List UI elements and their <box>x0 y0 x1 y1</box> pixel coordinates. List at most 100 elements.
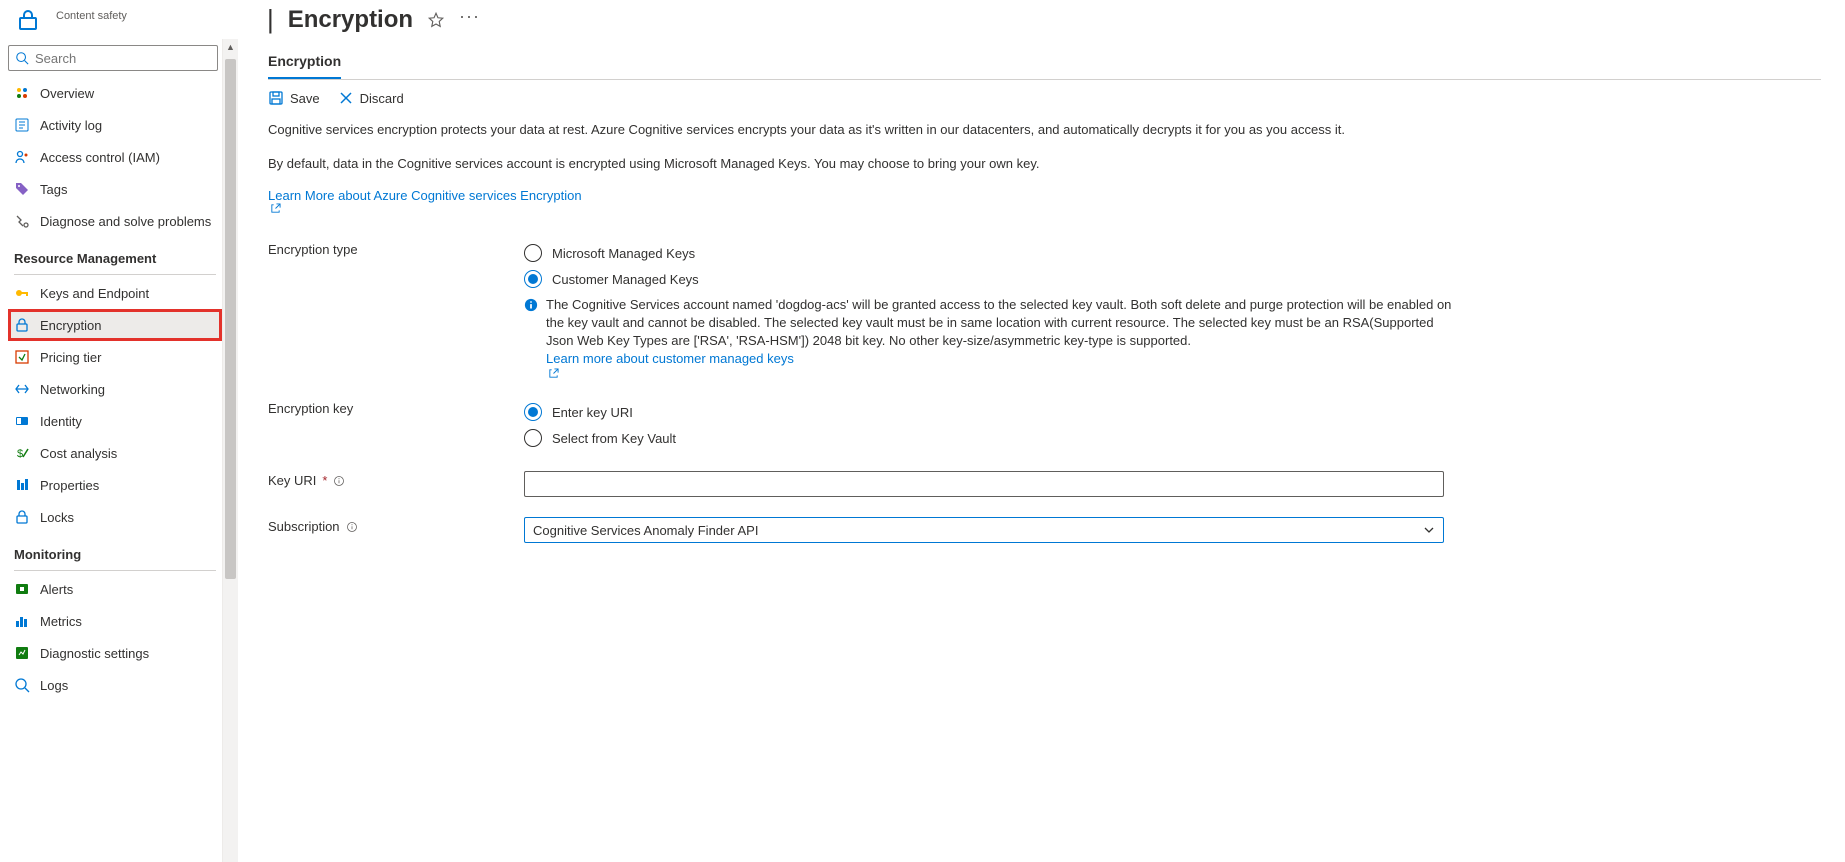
external-link-icon <box>270 203 281 214</box>
favorite-star-icon[interactable] <box>427 11 445 29</box>
subscription-select[interactable]: Cognitive Services Anomaly Finder API <box>524 517 1444 543</box>
learn-more-link[interactable]: Learn More about Azure Cognitive service… <box>268 188 1821 214</box>
networking-icon <box>14 381 30 397</box>
radio-microsoft-managed[interactable]: Microsoft Managed Keys <box>524 240 1454 266</box>
learn-more-label: Learn More about Azure Cognitive service… <box>268 188 582 203</box>
sidebar-search[interactable] <box>8 45 218 71</box>
save-button[interactable]: Save <box>268 90 320 106</box>
form-row-subscription: Subscription Cognitive Services Anomaly … <box>268 517 1821 543</box>
radio-label: Select from Key Vault <box>552 431 676 446</box>
properties-icon <box>14 477 30 493</box>
identity-icon <box>14 413 30 429</box>
radio-input[interactable] <box>524 270 542 288</box>
radio-label: Enter key URI <box>552 405 633 420</box>
radio-select-from-vault[interactable]: Select from Key Vault <box>524 425 1454 451</box>
radio-input[interactable] <box>524 403 542 421</box>
title-pipe: | <box>267 4 274 35</box>
discard-icon <box>338 90 354 106</box>
external-link-icon <box>548 368 559 379</box>
sidebar-item-label: Encryption <box>40 318 101 333</box>
sidebar-item-label: Properties <box>40 478 99 493</box>
sidebar-item-encryption[interactable]: Encryption <box>8 309 222 341</box>
sidebar-scrollbar[interactable]: ▲ <box>222 39 238 862</box>
cmk-learn-more-link[interactable]: Learn more about customer managed keys <box>546 351 1454 379</box>
sidebar-item-properties[interactable]: Properties <box>8 469 222 501</box>
sidebar-item-access-control[interactable]: Access control (IAM) <box>8 141 222 173</box>
sidebar-item-identity[interactable]: Identity <box>8 405 222 437</box>
form-row-encryption-key: Encryption key Enter key URI Select from… <box>268 399 1821 451</box>
sidebar-item-label: Alerts <box>40 582 73 597</box>
divider <box>14 274 216 275</box>
sidebar-item-label: Logs <box>40 678 68 693</box>
radio-customer-managed[interactable]: Customer Managed Keys <box>524 266 1454 292</box>
tags-icon <box>14 181 30 197</box>
sidebar-item-label: Access control (IAM) <box>40 150 160 165</box>
divider <box>14 570 216 571</box>
overview-icon <box>14 85 30 101</box>
sidebar: Overview Activity log Access control (IA… <box>0 39 222 862</box>
sidebar-item-alerts[interactable]: Alerts <box>8 573 222 605</box>
sidebar-item-label: Overview <box>40 86 94 101</box>
diagnose-icon <box>14 213 30 229</box>
tab-encryption[interactable]: Encryption <box>268 53 341 79</box>
description-paragraph-2: By default, data in the Cognitive servic… <box>268 154 1668 174</box>
sidebar-item-label: Diagnose and solve problems <box>40 214 211 229</box>
sidebar-item-label: Activity log <box>40 118 102 133</box>
sidebar-item-metrics[interactable]: Metrics <box>8 605 222 637</box>
main-panel: Encryption Save Discard Cognitive servic… <box>238 39 1845 862</box>
radio-enter-key-uri[interactable]: Enter key URI <box>524 399 1454 425</box>
page-header: Content safety | Encryption ··· <box>0 0 1845 39</box>
sidebar-item-label: Networking <box>40 382 105 397</box>
more-menu-button[interactable]: ··· <box>459 6 480 27</box>
sidebar-section-resource-management: Resource Management <box>8 237 222 272</box>
description-paragraph-1: Cognitive services encryption protects y… <box>268 120 1668 140</box>
search-icon <box>15 51 29 65</box>
encryption-key-label: Encryption key <box>268 399 524 416</box>
scroll-up-arrow-icon[interactable]: ▲ <box>223 39 238 55</box>
chevron-down-icon <box>1423 524 1435 536</box>
radio-label: Customer Managed Keys <box>552 272 699 287</box>
sidebar-item-cost-analysis[interactable]: $ Cost analysis <box>8 437 222 469</box>
form-row-encryption-type: Encryption type Microsoft Managed Keys C… <box>268 240 1821 379</box>
sidebar-item-diagnose[interactable]: Diagnose and solve problems <box>8 205 222 237</box>
metrics-icon <box>14 613 30 629</box>
radio-input[interactable] <box>524 429 542 447</box>
page-title: Encryption <box>288 6 413 34</box>
tab-row: Encryption <box>268 53 1821 80</box>
sidebar-item-label: Tags <box>40 182 67 197</box>
sidebar-item-logs[interactable]: Logs <box>8 669 222 701</box>
discard-button[interactable]: Discard <box>338 90 404 106</box>
scroll-thumb[interactable] <box>225 59 236 579</box>
sidebar-item-tags[interactable]: Tags <box>8 173 222 205</box>
info-icon[interactable] <box>333 475 345 487</box>
sidebar-item-label: Diagnostic settings <box>40 646 149 661</box>
sidebar-item-label: Cost analysis <box>40 446 117 461</box>
sidebar-item-networking[interactable]: Networking <box>8 373 222 405</box>
sidebar-item-overview[interactable]: Overview <box>8 77 222 109</box>
info-icon <box>524 298 538 312</box>
form-row-key-uri: Key URI * <box>268 471 1821 497</box>
required-asterisk: * <box>322 473 327 488</box>
info-icon[interactable] <box>346 521 358 533</box>
lock-small-icon <box>14 317 30 333</box>
sidebar-item-pricing-tier[interactable]: Pricing tier <box>8 341 222 373</box>
locks-icon <box>14 509 30 525</box>
sidebar-item-locks[interactable]: Locks <box>8 501 222 533</box>
search-input[interactable] <box>35 51 211 66</box>
subscription-value: Cognitive Services Anomaly Finder API <box>533 523 758 538</box>
discard-label: Discard <box>360 91 404 106</box>
key-uri-label: Key URI <box>268 473 316 488</box>
sidebar-section-monitoring: Monitoring <box>8 533 222 568</box>
sidebar-item-label: Metrics <box>40 614 82 629</box>
sidebar-item-keys-endpoint[interactable]: Keys and Endpoint <box>8 277 222 309</box>
save-label: Save <box>290 91 320 106</box>
sidebar-item-label: Locks <box>40 510 74 525</box>
cmk-learn-more-label: Learn more about customer managed keys <box>546 351 794 366</box>
key-icon <box>14 285 30 301</box>
key-uri-input[interactable] <box>524 471 1444 497</box>
lock-icon <box>16 8 40 32</box>
cmk-info-block: The Cognitive Services account named 'do… <box>524 296 1454 379</box>
sidebar-item-diagnostic-settings[interactable]: Diagnostic settings <box>8 637 222 669</box>
radio-input[interactable] <box>524 244 542 262</box>
sidebar-item-activity-log[interactable]: Activity log <box>8 109 222 141</box>
